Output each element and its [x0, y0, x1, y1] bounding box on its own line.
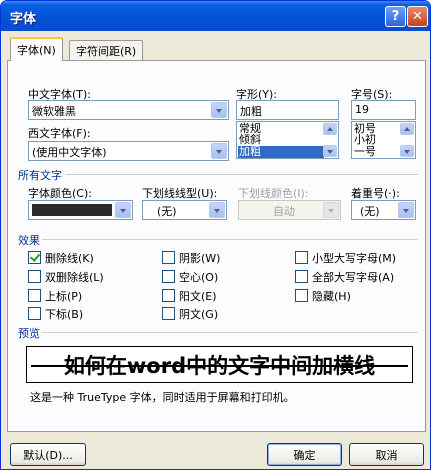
- all-caps-checkbox[interactable]: [295, 270, 308, 283]
- style-value: 加粗: [240, 105, 262, 118]
- shadow-checkbox[interactable]: [162, 251, 175, 264]
- chevron-down-icon[interactable]: [398, 202, 414, 218]
- west-font-label: 西文字体(F):: [28, 127, 91, 140]
- underline-color-value: 自动: [273, 205, 295, 218]
- cn-font-value: 微软雅黑: [32, 105, 76, 118]
- ok-button[interactable]: 确定: [267, 443, 342, 466]
- strikethrough-checkbox[interactable]: [28, 251, 41, 264]
- scroll-down-icon[interactable]: [323, 145, 337, 157]
- chevron-down-icon[interactable]: [211, 143, 227, 159]
- tab-char-spacing[interactable]: 字符间距(R): [69, 40, 144, 60]
- double-strikethrough-checkbox[interactable]: [28, 270, 41, 283]
- cancel-button-label: 取消: [375, 448, 398, 462]
- underline-color-label: 下划线颜色(I):: [238, 187, 309, 200]
- all-text-section-label: 所有文字: [18, 169, 62, 182]
- ok-button-label: 确定: [293, 448, 316, 462]
- subscript-checkbox[interactable]: [28, 307, 41, 320]
- outline-label[interactable]: 空心(O): [179, 269, 218, 285]
- list-item[interactable]: 一号: [354, 146, 376, 158]
- chevron-down-icon: [323, 202, 339, 218]
- emboss-label[interactable]: 阳文(E): [179, 288, 217, 304]
- default-button-label: 默认(D)...: [23, 448, 73, 462]
- font-color-swatch: [32, 204, 112, 216]
- close-icon: ✕: [412, 9, 423, 24]
- effects-section-label: 效果: [18, 234, 40, 247]
- strikethrough-label[interactable]: 删除线(K): [45, 250, 94, 266]
- underline-color-select: 自动: [238, 200, 341, 220]
- chevron-down-icon[interactable]: [211, 102, 227, 118]
- preview-box: 如何在word中的文字中间加横线: [26, 346, 413, 383]
- hidden-label[interactable]: 隐藏(H): [312, 288, 351, 304]
- style-list[interactable]: 常规 倾斜 加粗: [236, 121, 339, 159]
- cancel-button[interactable]: 取消: [349, 443, 424, 466]
- size-list[interactable]: 初号 小初 一号: [351, 121, 416, 159]
- hidden-checkbox[interactable]: [295, 289, 308, 302]
- underline-style-value: (无): [157, 205, 177, 218]
- size-input[interactable]: 19: [351, 100, 416, 120]
- preview-note: 这是一种 TrueType 字体，同时适用于屏幕和打印机。: [30, 391, 295, 404]
- divider: [42, 239, 418, 240]
- engrave-label[interactable]: 阴文(G): [179, 306, 218, 322]
- shadow-label[interactable]: 阴影(W): [179, 250, 220, 266]
- all-caps-label[interactable]: 全部大写字母(A): [312, 269, 394, 285]
- emphasis-label: 着重号(·):: [351, 187, 400, 200]
- preview-section-label: 预览: [18, 327, 40, 340]
- superscript-checkbox[interactable]: [28, 289, 41, 302]
- font-color-label: 字体颜色(C):: [28, 187, 92, 200]
- strikethrough-line: [31, 365, 408, 367]
- emphasis-value: (无): [360, 205, 380, 218]
- emboss-checkbox[interactable]: [162, 289, 175, 302]
- chevron-down-icon[interactable]: [115, 202, 131, 218]
- font-color-select[interactable]: [28, 200, 133, 220]
- cn-font-select[interactable]: 微软雅黑: [28, 100, 229, 120]
- scroll-down-icon[interactable]: [400, 145, 414, 157]
- outline-checkbox[interactable]: [162, 270, 175, 283]
- help-button[interactable]: ?: [385, 6, 406, 27]
- small-caps-label[interactable]: 小型大写字母(M): [312, 250, 396, 266]
- divider: [42, 332, 418, 333]
- tab-font-label: 字体(N): [17, 44, 56, 57]
- font-dialog: 字体 ? ✕ 字体(N) 字符间距(R) 中文字体(T): 微软雅黑 西文字体(…: [0, 0, 431, 470]
- chevron-down-icon[interactable]: [209, 202, 225, 218]
- help-icon: ?: [391, 9, 400, 24]
- style-input[interactable]: 加粗: [236, 100, 339, 120]
- divider: [66, 174, 418, 175]
- window-title: 字体: [10, 12, 37, 27]
- scroll-up-icon[interactable]: [400, 123, 414, 135]
- tab-char-spacing-label: 字符间距(R): [76, 44, 137, 58]
- small-caps-checkbox[interactable]: [295, 251, 308, 264]
- title-bar[interactable]: 字体 ? ✕: [1, 1, 430, 31]
- double-strikethrough-label[interactable]: 双删除线(L): [45, 269, 104, 285]
- superscript-label[interactable]: 上标(P): [45, 288, 82, 304]
- scroll-up-icon[interactable]: [323, 123, 337, 135]
- west-font-select[interactable]: (使用中文字体): [28, 141, 229, 161]
- tab-font[interactable]: 字体(N): [10, 37, 63, 61]
- underline-style-select[interactable]: (无): [142, 200, 227, 220]
- scrollbar[interactable]: [400, 123, 414, 157]
- emphasis-select[interactable]: (无): [351, 200, 416, 220]
- close-button[interactable]: ✕: [407, 6, 428, 27]
- subscript-label[interactable]: 下标(B): [45, 306, 83, 322]
- underline-style-label: 下划线线型(U):: [142, 187, 218, 200]
- default-button[interactable]: 默认(D)...: [10, 443, 86, 466]
- engrave-checkbox[interactable]: [162, 307, 175, 320]
- list-item-selected[interactable]: 加粗: [238, 146, 324, 158]
- scrollbar[interactable]: [323, 123, 337, 157]
- west-font-value: (使用中文字体): [32, 146, 107, 159]
- size-value: 19: [355, 103, 369, 116]
